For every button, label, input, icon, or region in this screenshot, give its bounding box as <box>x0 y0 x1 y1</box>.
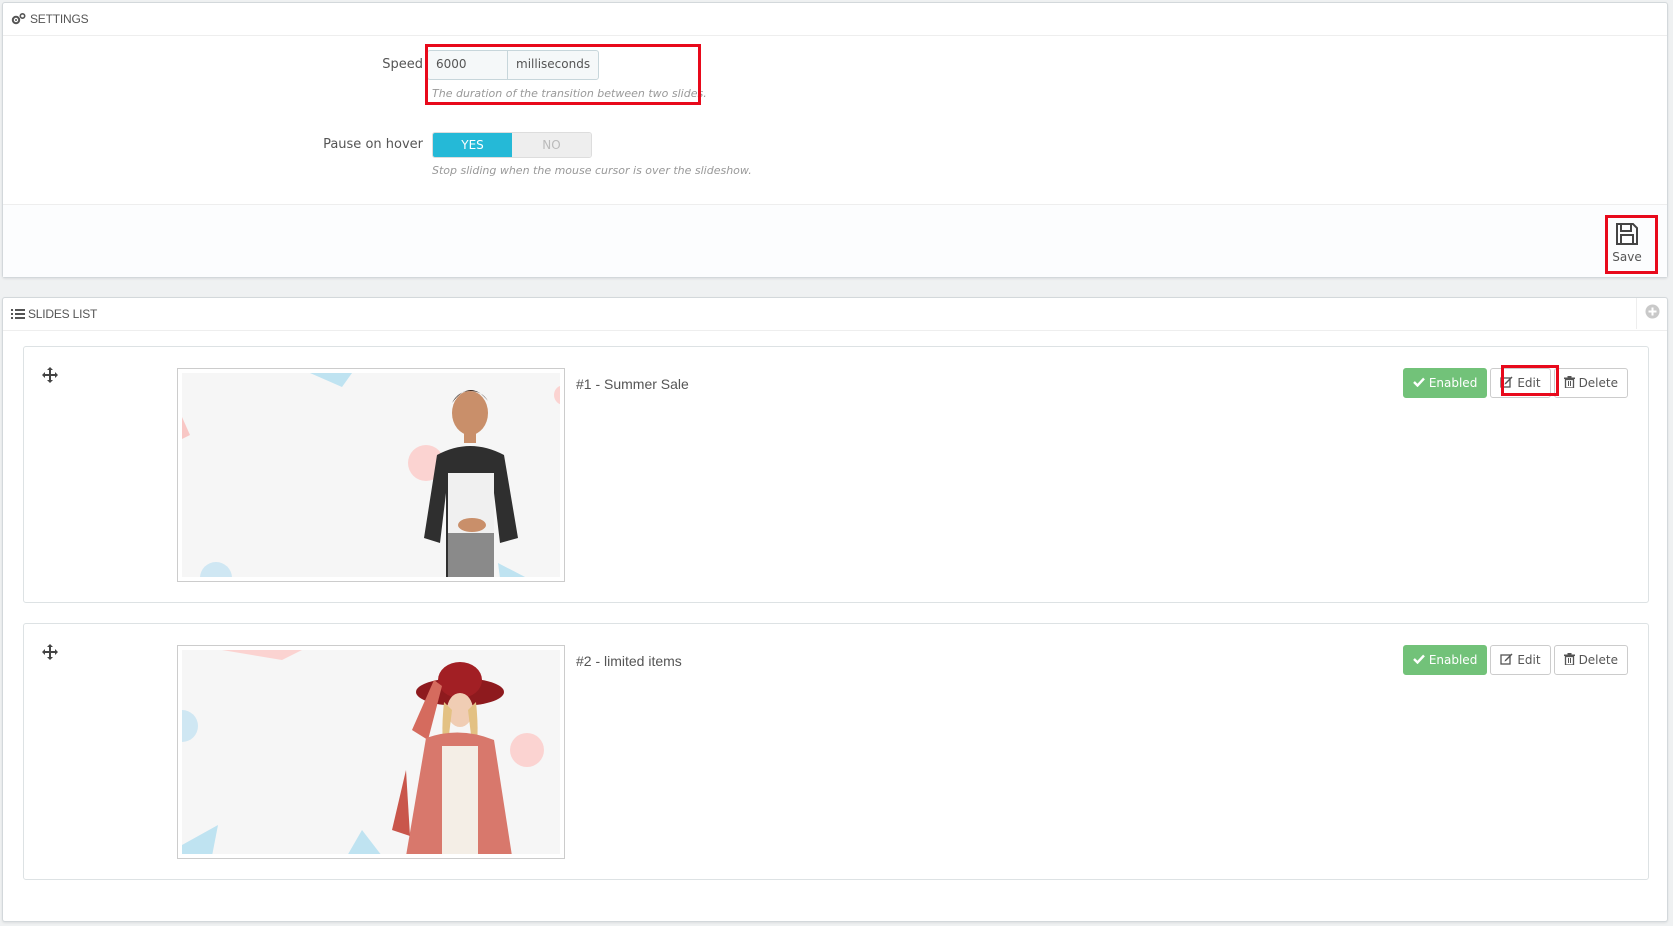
settings-panel: SETTINGS Speed 6000 milliseconds The dur… <box>2 2 1668 278</box>
settings-heading: SETTINGS <box>3 3 1667 36</box>
slide-item: #2 - limited items Enabled Edit Delete <box>23 623 1649 880</box>
slides-heading: SLIDES LIST <box>3 298 1667 331</box>
pause-switch[interactable]: YES NO <box>432 132 592 158</box>
slide-thumbnail <box>177 645 565 859</box>
pause-yes-option[interactable]: YES <box>433 133 512 157</box>
list-icon <box>11 308 25 320</box>
edit-label: Edit <box>1517 376 1541 390</box>
save-label: Save <box>1612 249 1642 264</box>
slide-title: #1 - Summer Sale <box>576 376 689 392</box>
delete-label: Delete <box>1578 376 1618 390</box>
pause-no-option[interactable]: NO <box>512 133 591 157</box>
pause-help: Stop sliding when the mouse cursor is ov… <box>432 164 752 177</box>
cogs-icon <box>11 12 27 26</box>
add-slide-button[interactable] <box>1636 298 1667 329</box>
enabled-label: Enabled <box>1428 376 1478 390</box>
slide-actions: Enabled Edit Delete <box>1402 368 1628 398</box>
slide-thumbnail <box>177 368 565 582</box>
edit-icon <box>1500 653 1513 668</box>
pause-label: Pause on hover <box>323 137 423 152</box>
save-button[interactable]: Save <box>1605 217 1649 267</box>
speed-unit: milliseconds <box>507 50 600 80</box>
speed-label: Speed <box>382 57 423 72</box>
check-icon <box>1412 376 1425 390</box>
delete-button[interactable]: Delete <box>1553 368 1628 398</box>
delete-label: Delete <box>1578 653 1618 667</box>
enabled-button[interactable]: Enabled <box>1402 368 1488 398</box>
speed-input-group: 6000 milliseconds <box>427 50 600 80</box>
move-icon[interactable] <box>42 644 58 664</box>
trash-icon <box>1563 652 1575 668</box>
plus-circle-icon <box>1645 304 1660 323</box>
delete-button[interactable]: Delete <box>1553 645 1628 675</box>
slide-actions: Enabled Edit Delete <box>1402 645 1628 675</box>
edit-label: Edit <box>1517 653 1541 667</box>
edit-button[interactable]: Edit <box>1490 368 1551 398</box>
move-icon[interactable] <box>42 367 58 387</box>
settings-title: SETTINGS <box>30 12 89 26</box>
check-icon <box>1412 653 1425 667</box>
edit-button[interactable]: Edit <box>1490 645 1551 675</box>
settings-footer: Save <box>3 204 1667 277</box>
slides-panel: SLIDES LIST #1 - Summer Sale Enabled Edi… <box>2 297 1668 922</box>
slides-title: SLIDES LIST <box>28 307 98 321</box>
slide-title: #2 - limited items <box>576 653 682 669</box>
enabled-button[interactable]: Enabled <box>1402 645 1488 675</box>
speed-help: The duration of the transition between t… <box>432 87 707 100</box>
enabled-label: Enabled <box>1428 653 1478 667</box>
speed-input[interactable]: 6000 <box>427 50 507 80</box>
slide-item: #1 - Summer Sale Enabled Edit Delete <box>23 346 1649 603</box>
trash-icon <box>1563 375 1575 391</box>
save-icon <box>1614 221 1640 250</box>
edit-icon <box>1500 376 1513 391</box>
